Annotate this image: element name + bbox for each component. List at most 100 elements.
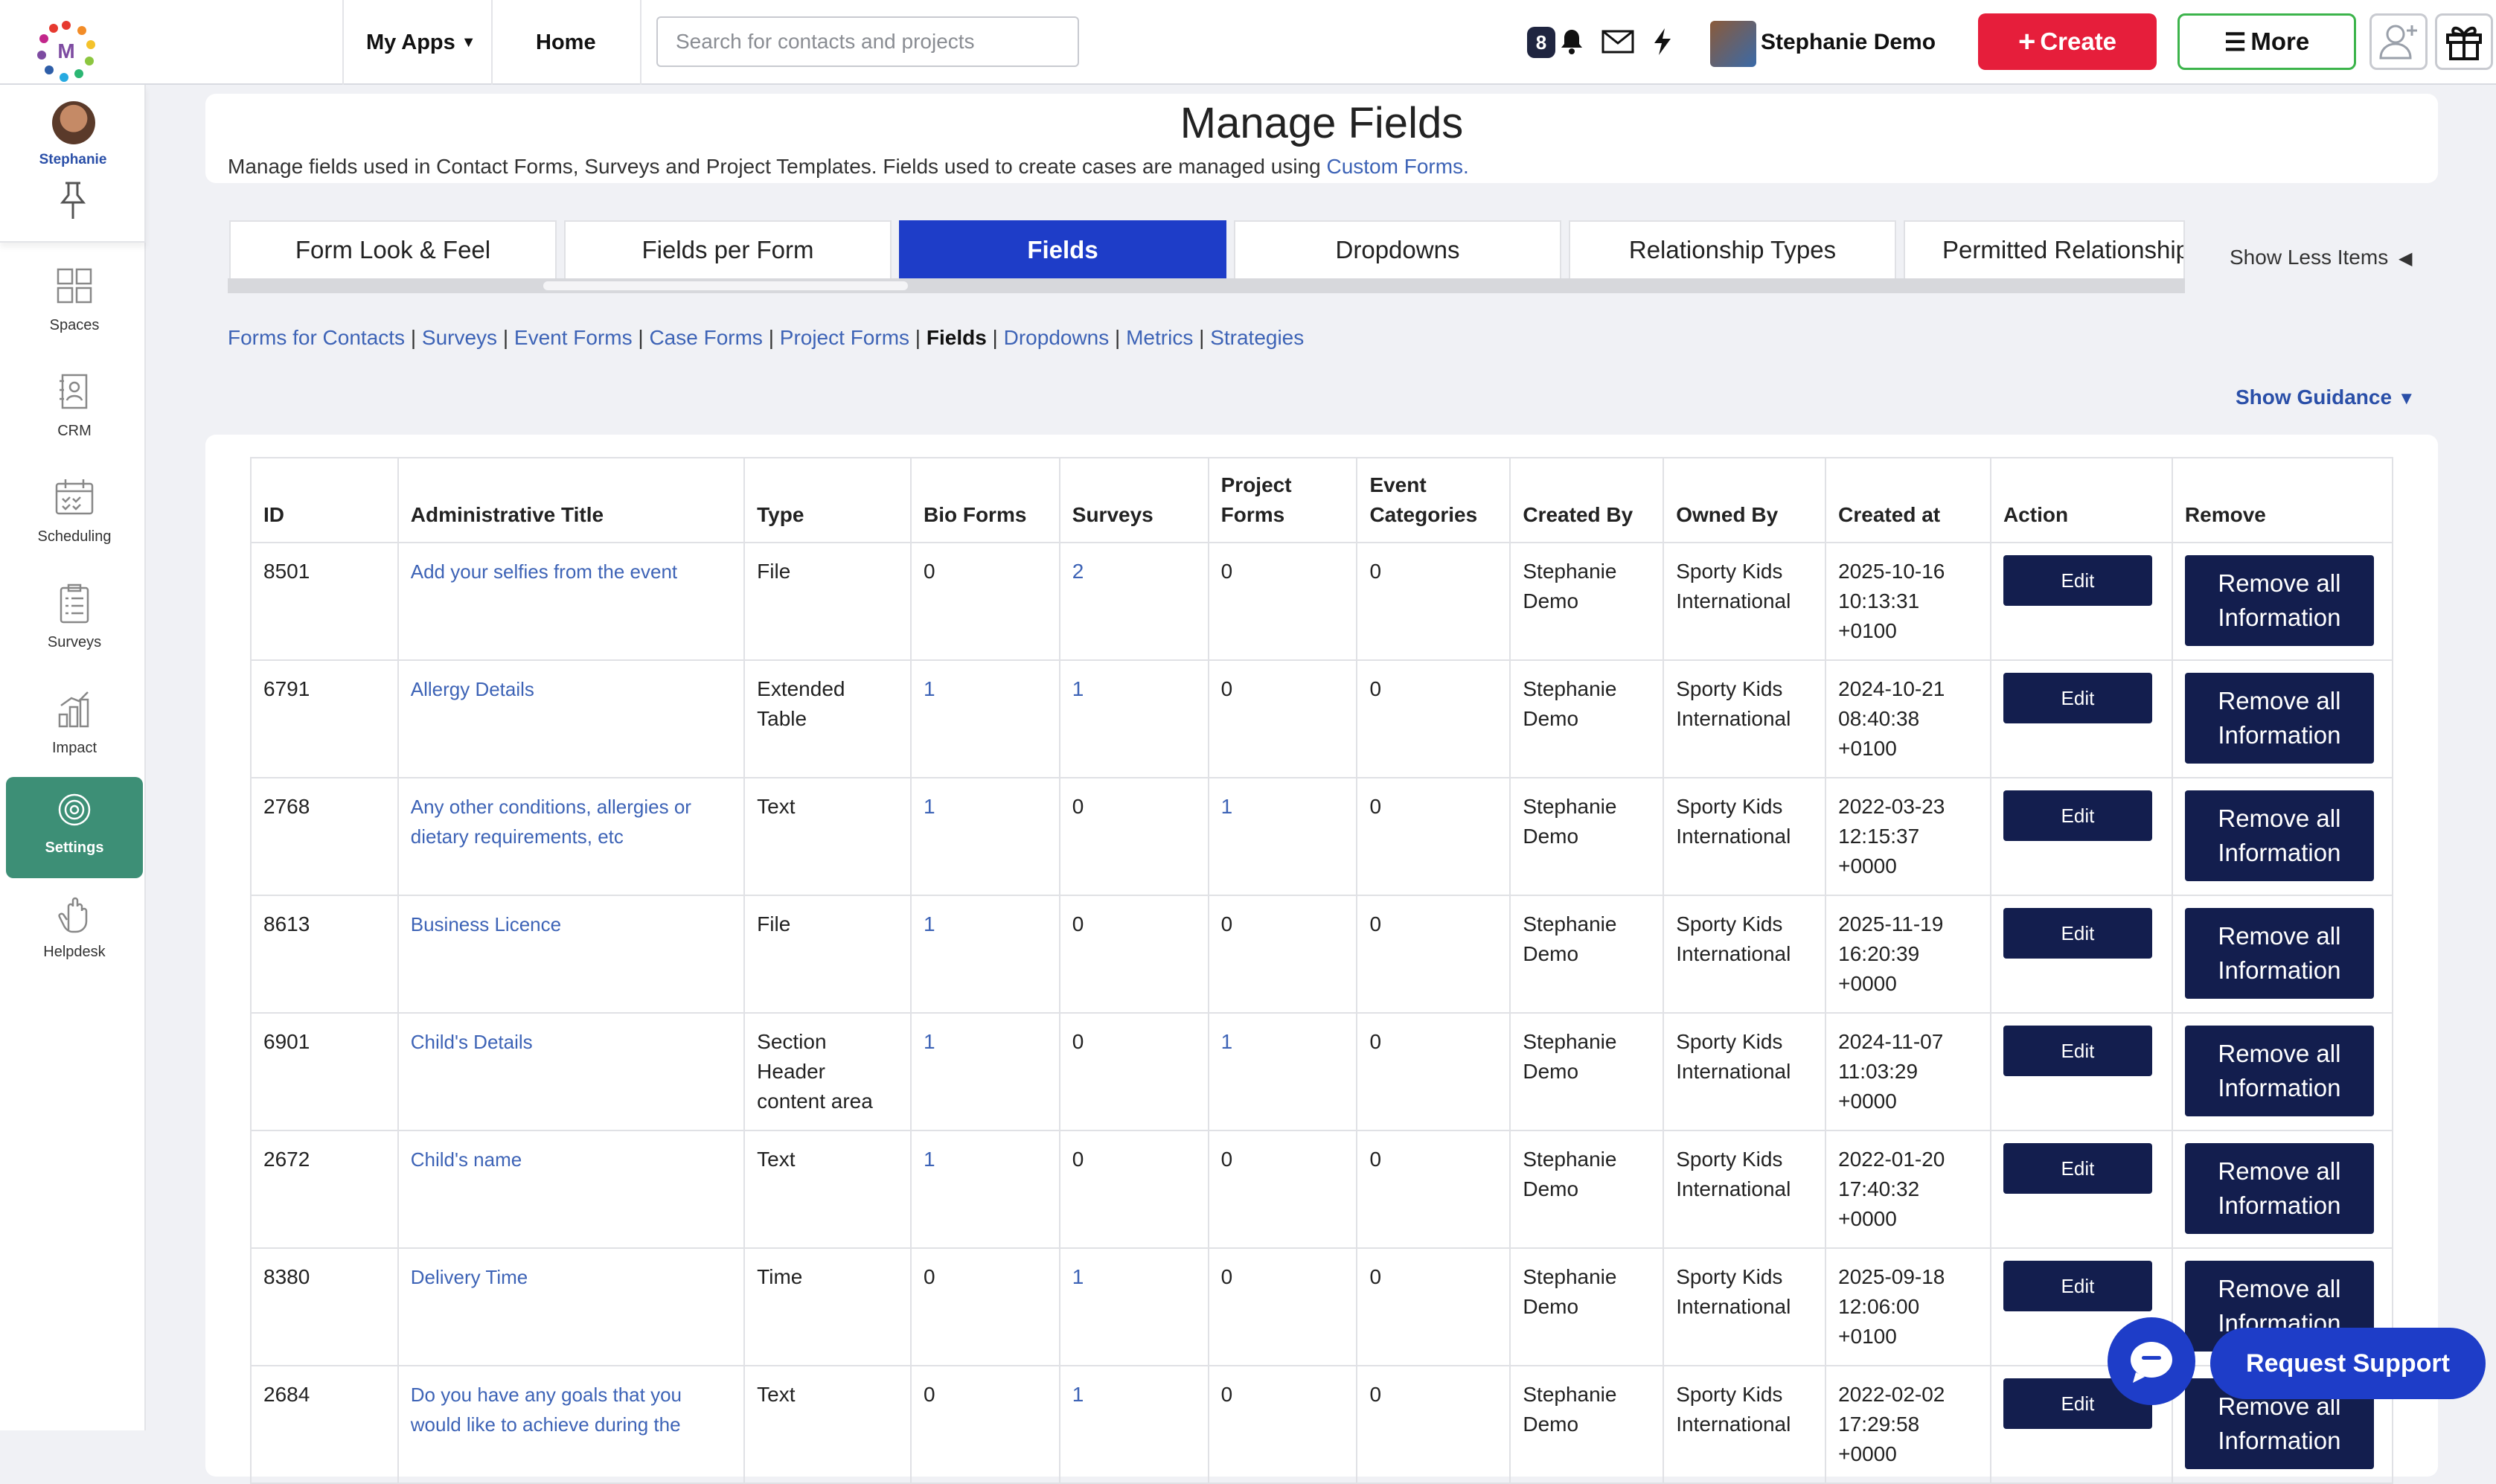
column-header-id[interactable]: ID: [250, 457, 399, 543]
more-button[interactable]: ☰ More: [2177, 13, 2356, 70]
cell-bio-forms: 0: [909, 1365, 1060, 1484]
edit-button[interactable]: Edit: [2003, 555, 2152, 606]
invite-user-button[interactable]: [2369, 13, 2428, 70]
cell-surveys-link[interactable]: 2: [1072, 560, 1084, 583]
remove-all-information-button[interactable]: Remove all Information: [2184, 1143, 2374, 1234]
link-dropdowns[interactable]: Dropdowns: [1004, 326, 1110, 349]
link-forms-for-contacts[interactable]: Forms for Contacts: [228, 326, 405, 349]
tab-fields-per-form[interactable]: Fields per Form: [564, 220, 892, 278]
cell-bio-forms-link[interactable]: 1: [924, 795, 935, 818]
column-header-owned-by[interactable]: Owned By: [1663, 457, 1827, 543]
table-row: 8613 Business Licence File 1 0 0 0 Stephanie De…: [250, 895, 2394, 1014]
column-header-title[interactable]: Administrative Title: [397, 457, 746, 543]
tab-relationship-types[interactable]: Relationship Types: [1569, 220, 1896, 278]
cell-project-forms: 0: [1207, 1130, 1358, 1249]
edit-button[interactable]: Edit: [2003, 790, 2152, 841]
sidebar-item-impact[interactable]: Impact: [6, 677, 143, 778]
cell-bio-forms-link[interactable]: 1: [924, 677, 935, 700]
column-header-created-at[interactable]: Created at: [1825, 457, 1991, 543]
sidebar-username[interactable]: Stephanie: [0, 152, 146, 168]
gift-button[interactable]: [2435, 13, 2493, 70]
column-header-event-categories[interactable]: Event Categories: [1356, 457, 1511, 543]
cell-project-forms-link[interactable]: 1: [1221, 795, 1233, 818]
cell-created-at: 2022-02-02 17:29:58 +0000: [1825, 1365, 1991, 1484]
my-apps-menu[interactable]: My Apps ▼: [366, 0, 476, 85]
cell-title-link[interactable]: Child's Details: [411, 1031, 533, 1053]
mail-icon[interactable]: [1600, 22, 1636, 61]
bell-icon[interactable]: [1554, 22, 1590, 61]
cell-action: Edit: [1989, 777, 2173, 896]
nav-divider: [640, 0, 641, 85]
tab-dropdowns[interactable]: Dropdowns: [1234, 220, 1561, 278]
link-event-forms[interactable]: Event Forms: [514, 326, 633, 349]
sidebar-item-surveys[interactable]: Surveys: [6, 572, 143, 673]
cell-surveys-link[interactable]: 1: [1072, 1383, 1084, 1406]
create-button[interactable]: + Create: [1978, 13, 2157, 70]
cell-owned-by: Sporty Kids International: [1663, 1012, 1827, 1131]
cell-title-link[interactable]: Allergy Details: [411, 678, 534, 700]
sidebar-item-label: Impact: [51, 740, 97, 756]
pin-icon[interactable]: [57, 180, 89, 222]
edit-button[interactable]: Edit: [2003, 1026, 2152, 1076]
tab-permitted-relationships[interactable]: Permitted Relationships: [1904, 220, 2185, 278]
cell-id: 8380: [250, 1247, 399, 1366]
tab-form-look-and-feel[interactable]: Form Look & Feel: [229, 220, 557, 278]
link-case-forms[interactable]: Case Forms: [649, 326, 762, 349]
avatar[interactable]: [52, 101, 95, 144]
cell-project-forms-link[interactable]: 1: [1221, 1030, 1233, 1053]
cell-id: 2684: [250, 1365, 399, 1484]
cell-created-by: Stephanie Demo: [1509, 659, 1665, 778]
sidebar-item-crm[interactable]: CRM: [6, 360, 143, 461]
app-logo[interactable]: M: [34, 19, 98, 83]
cell-title: Business Licence: [397, 895, 746, 1014]
user-name[interactable]: Stephanie Demo: [1761, 30, 1936, 55]
cell-title-link[interactable]: Do you have any goals that you would lik…: [411, 1384, 682, 1436]
tabs-scrollbar[interactable]: [228, 278, 2185, 293]
column-header-surveys[interactable]: Surveys: [1058, 457, 1209, 543]
search-input[interactable]: [656, 16, 1079, 67]
sidebar-item-settings[interactable]: Settings: [6, 777, 143, 878]
edit-button[interactable]: Edit: [2003, 1143, 2152, 1194]
cell-surveys: 1: [1058, 659, 1209, 778]
remove-all-information-button[interactable]: Remove all Information: [2184, 908, 2374, 999]
edit-button[interactable]: Edit: [2003, 1261, 2152, 1311]
cell-title-link[interactable]: Delivery Time: [411, 1266, 528, 1288]
remove-all-information-button[interactable]: Remove all Information: [2184, 790, 2374, 881]
column-header-created-by[interactable]: Created By: [1509, 457, 1665, 543]
notification-count-badge[interactable]: 8: [1527, 27, 1555, 58]
sidebar-item-spaces[interactable]: Spaces: [6, 255, 143, 356]
cell-surveys-link[interactable]: 1: [1072, 1265, 1084, 1288]
cell-title-link[interactable]: Any other conditions, allergies or dieta…: [411, 796, 691, 848]
column-header-project-forms[interactable]: Project Forms: [1207, 457, 1358, 543]
link-metrics[interactable]: Metrics: [1126, 326, 1193, 349]
cell-title-link[interactable]: Child's name: [411, 1148, 522, 1171]
column-header-type[interactable]: Type: [743, 457, 912, 543]
remove-all-information-button[interactable]: Remove all Information: [2184, 555, 2374, 646]
sidebar-item-scheduling[interactable]: Scheduling: [6, 466, 143, 567]
edit-button[interactable]: Edit: [2003, 908, 2152, 959]
remove-all-information-button[interactable]: Remove all Information: [2184, 673, 2374, 764]
show-guidance-toggle[interactable]: Show Guidance ▼: [2236, 386, 2416, 409]
link-surveys[interactable]: Surveys: [422, 326, 497, 349]
show-less-items-toggle[interactable]: Show Less Items ◀: [2230, 246, 2412, 269]
cell-bio-forms-link[interactable]: 1: [924, 1148, 935, 1171]
tab-fields[interactable]: Fields: [899, 220, 1226, 278]
cell-bio-forms-link[interactable]: 1: [924, 1030, 935, 1053]
user-avatar[interactable]: [1710, 21, 1756, 67]
cell-title-link[interactable]: Add your selfies from the event: [411, 560, 677, 583]
chat-button[interactable]: [2108, 1317, 2195, 1405]
request-support-button[interactable]: Request Support: [2210, 1328, 2486, 1399]
edit-button[interactable]: Edit: [2003, 673, 2152, 723]
home-link[interactable]: Home: [536, 0, 596, 85]
link-strategies[interactable]: Strategies: [1210, 326, 1304, 349]
cell-surveys-link[interactable]: 1: [1072, 677, 1084, 700]
remove-all-information-button[interactable]: Remove all Information: [2184, 1026, 2374, 1116]
lightning-icon[interactable]: [1645, 22, 1680, 61]
cell-title-link[interactable]: Business Licence: [411, 913, 561, 936]
column-header-bio-forms[interactable]: Bio Forms: [909, 457, 1060, 543]
sidebar-item-helpdesk[interactable]: Helpdesk: [6, 881, 143, 982]
tabs-scrollbar-thumb[interactable]: [543, 281, 908, 290]
link-project-forms[interactable]: Project Forms: [780, 326, 909, 349]
custom-forms-link[interactable]: Custom Forms.: [1326, 155, 1468, 178]
cell-bio-forms-link[interactable]: 1: [924, 912, 935, 936]
